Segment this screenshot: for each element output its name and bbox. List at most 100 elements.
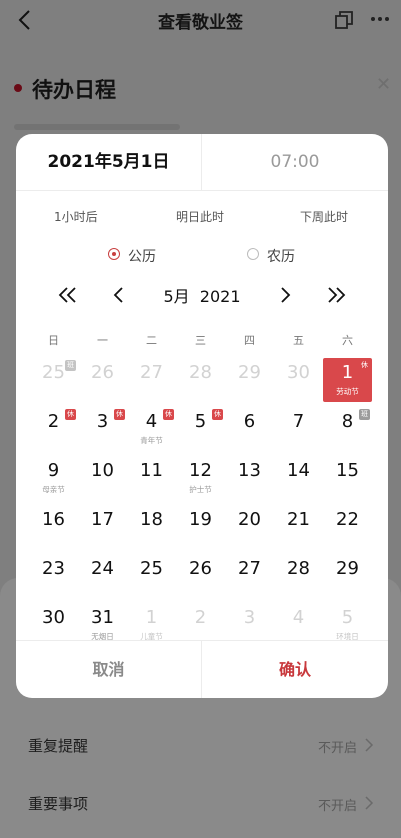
calendar-day[interactable]: 25 bbox=[127, 554, 176, 598]
close-icon[interactable]: ✕ bbox=[376, 74, 391, 95]
calendar-day[interactable]: 16 bbox=[29, 505, 78, 549]
calendar-day[interactable]: 2休 bbox=[29, 407, 78, 451]
day-number: 5 bbox=[341, 607, 354, 628]
day-number: 17 bbox=[91, 509, 114, 530]
day-number: 31 bbox=[91, 607, 114, 628]
heading-dot bbox=[14, 84, 22, 92]
day-number: 2 bbox=[194, 607, 207, 628]
calendar-day[interactable]: 27 bbox=[225, 554, 274, 598]
calendar-day[interactable]: 24 bbox=[78, 554, 127, 598]
quick-tomorrow-button[interactable]: 明日此时 bbox=[176, 208, 224, 225]
calendar-day[interactable]: 26 bbox=[78, 358, 127, 402]
selected-time[interactable]: 07:00 bbox=[202, 134, 388, 190]
cancel-button[interactable]: 取消 bbox=[16, 641, 201, 698]
day-number: 3 bbox=[243, 607, 256, 628]
day-number: 9 bbox=[47, 460, 60, 481]
top-bar: 查看敬业签 bbox=[0, 0, 401, 40]
calendar-day[interactable]: 7 bbox=[274, 407, 323, 451]
calendar-day[interactable]: 26 bbox=[176, 554, 225, 598]
day-number: 29 bbox=[336, 558, 359, 579]
calendar-day[interactable]: 5休 bbox=[176, 407, 225, 451]
calendar-day[interactable]: 4 青年节休 bbox=[127, 407, 176, 451]
calendar-day[interactable]: 12 护士节 bbox=[176, 456, 225, 500]
quick-next-week-button[interactable]: 下周此时 bbox=[300, 208, 348, 225]
day-number: 30 bbox=[42, 607, 65, 628]
weekday-label: 三 bbox=[195, 334, 206, 347]
day-number: 15 bbox=[336, 460, 359, 481]
weekday-label: 二 bbox=[146, 334, 157, 347]
month-label: 5月 2021 bbox=[163, 287, 241, 306]
calendar-day[interactable]: 27 bbox=[127, 358, 176, 402]
calendar-day[interactable]: 28 bbox=[274, 554, 323, 598]
holiday-badge: 休 bbox=[114, 409, 125, 420]
chevron-right-icon[interactable] bbox=[272, 282, 298, 308]
weekday-label: 一 bbox=[97, 334, 108, 347]
day-number: 21 bbox=[287, 509, 310, 530]
day-number: 22 bbox=[336, 509, 359, 530]
day-number: 12 bbox=[189, 460, 212, 481]
lunar-radio[interactable]: 农历 bbox=[247, 246, 307, 265]
gregorian-radio[interactable]: 公历 bbox=[108, 246, 168, 265]
divider bbox=[16, 190, 388, 191]
double-chevron-right-icon[interactable] bbox=[323, 282, 349, 308]
calendar-day[interactable]: 11 bbox=[127, 456, 176, 500]
weekday-label: 日 bbox=[48, 334, 59, 347]
calendar-day[interactable]: 22 bbox=[323, 505, 372, 549]
selected-date[interactable]: 2021年5月1日 bbox=[16, 134, 201, 190]
day-number: 19 bbox=[189, 509, 212, 530]
more-icon[interactable] bbox=[368, 9, 392, 29]
calendar-day[interactable]: 13 bbox=[225, 456, 274, 500]
calendar-day[interactable]: 19 bbox=[176, 505, 225, 549]
day-number: 20 bbox=[238, 509, 261, 530]
calendar-day[interactable]: 15 bbox=[323, 456, 372, 500]
calendar-day[interactable]: 30 bbox=[274, 358, 323, 402]
important-item-row[interactable]: 重要事项 不开启 bbox=[0, 783, 401, 823]
weekday-label: 六 bbox=[342, 334, 353, 347]
day-number: 13 bbox=[238, 460, 261, 481]
day-number: 10 bbox=[91, 460, 114, 481]
calendar-day-selected[interactable]: 1 劳动节休 bbox=[323, 358, 372, 402]
day-number: 26 bbox=[189, 558, 212, 579]
day-number: 28 bbox=[189, 362, 212, 383]
repeat-reminder-row[interactable]: 重复提醒 不开启 bbox=[0, 725, 401, 765]
calendar-day[interactable]: 20 bbox=[225, 505, 274, 549]
weekday-label: 四 bbox=[244, 334, 255, 347]
double-chevron-left-icon[interactable] bbox=[55, 282, 81, 308]
calendar-day[interactable]: 21 bbox=[274, 505, 323, 549]
calendar-day[interactable]: 8班 bbox=[323, 407, 372, 451]
calendar-day[interactable]: 14 bbox=[274, 456, 323, 500]
calendar-day[interactable]: 17 bbox=[78, 505, 127, 549]
day-number: 30 bbox=[287, 362, 310, 383]
calendar-day[interactable]: 23 bbox=[29, 554, 78, 598]
placeholder-line bbox=[14, 124, 180, 130]
chevron-right-icon bbox=[365, 738, 374, 752]
calendar-day[interactable]: 25 班 bbox=[29, 358, 78, 402]
calendar-day[interactable]: 6 bbox=[225, 407, 274, 451]
holiday-label: 青年节 bbox=[140, 436, 163, 445]
day-number: 7 bbox=[292, 411, 305, 432]
copy-icon[interactable] bbox=[334, 10, 354, 30]
calendar-day[interactable]: 18 bbox=[127, 505, 176, 549]
day-number: 6 bbox=[243, 411, 256, 432]
day-number: 26 bbox=[91, 362, 114, 383]
holiday-label: 护士节 bbox=[189, 485, 212, 494]
day-number: 27 bbox=[140, 362, 163, 383]
day-number: 4 bbox=[292, 607, 305, 628]
day-number: 23 bbox=[42, 558, 65, 579]
chevron-left-icon[interactable] bbox=[106, 282, 132, 308]
quick-1h-button[interactable]: 1小时后 bbox=[54, 208, 98, 225]
calendar-day[interactable]: 28 bbox=[176, 358, 225, 402]
workday-badge: 班 bbox=[359, 409, 370, 420]
holiday-label: 劳动节 bbox=[336, 387, 359, 396]
confirm-button[interactable]: 确认 bbox=[202, 641, 388, 698]
day-number: 29 bbox=[238, 362, 261, 383]
row-label: 重要事项 bbox=[28, 795, 89, 813]
radio-checked-icon bbox=[108, 248, 120, 260]
calendar-day[interactable]: 3休 bbox=[78, 407, 127, 451]
row-label: 重复提醒 bbox=[28, 737, 89, 755]
calendar-day[interactable]: 10 bbox=[78, 456, 127, 500]
day-number: 18 bbox=[140, 509, 163, 530]
calendar-day[interactable]: 29 bbox=[323, 554, 372, 598]
calendar-day[interactable]: 29 bbox=[225, 358, 274, 402]
calendar-day[interactable]: 9 母亲节 bbox=[29, 456, 78, 500]
